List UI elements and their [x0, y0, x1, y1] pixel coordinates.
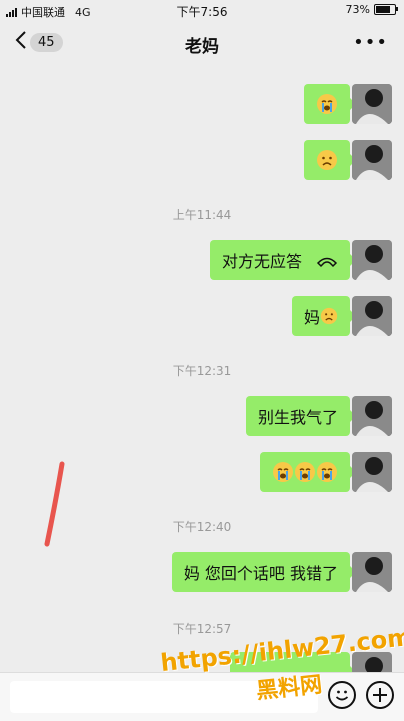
- emoji-button[interactable]: [328, 681, 356, 709]
- timestamp: 下午12:40: [172, 520, 232, 534]
- crying-face-emoji: [272, 461, 294, 483]
- chat-header: 45 老妈 •••: [0, 24, 404, 62]
- phone-hangup-icon: [316, 253, 338, 268]
- timestamp: 下午12:31: [172, 364, 232, 378]
- frowning-face-emoji: [320, 307, 338, 325]
- message-bubble[interactable]: [304, 140, 356, 180]
- message-bubble[interactable]: 别生我气了: [245, 396, 357, 436]
- message-bubble[interactable]: [260, 452, 356, 492]
- status-time: 下午7:56: [176, 5, 228, 19]
- avatar[interactable]: [352, 84, 392, 124]
- message-text: 对方无应答: [221, 252, 302, 271]
- red-annotation-stroke: [44, 461, 65, 547]
- avatar[interactable]: [352, 396, 392, 436]
- message-text: 妈 您回个话吧 我错了: [183, 564, 338, 583]
- plus-icon: [373, 688, 387, 702]
- timestamp: 下午12:57: [172, 622, 232, 636]
- avatar[interactable]: [352, 296, 392, 336]
- message-bubble[interactable]: 妈: [291, 296, 357, 336]
- input-bar: [0, 672, 404, 721]
- more-options-button[interactable]: •••: [353, 32, 388, 53]
- message-text: 妈: [303, 308, 320, 327]
- avatar[interactable]: [352, 240, 392, 280]
- avatar[interactable]: [352, 140, 392, 180]
- message-text: 别生我气了: [257, 408, 338, 427]
- battery-percent: 73%: [345, 3, 370, 16]
- avatar[interactable]: [352, 552, 392, 592]
- message-bubble[interactable]: 妈 您回个话吧 我错了: [171, 552, 357, 592]
- add-attachment-button[interactable]: [366, 681, 394, 709]
- crying-face-emoji: [316, 93, 338, 115]
- call-message-bubble[interactable]: 对方无应答: [209, 240, 357, 280]
- message-input[interactable]: [10, 681, 318, 713]
- timestamp: 上午11:44: [172, 208, 232, 222]
- chat-title: 老妈: [185, 37, 219, 57]
- avatar[interactable]: [352, 452, 392, 492]
- battery-icon: [374, 4, 398, 15]
- crying-face-emoji: [294, 461, 316, 483]
- message-bubble[interactable]: [304, 84, 356, 124]
- crying-face-emoji: [316, 461, 338, 483]
- frowning-face-emoji: [316, 149, 338, 171]
- smiley-icon: [335, 690, 349, 701]
- status-bar: 中国联通 4G 下午7:56 73%: [0, 0, 404, 20]
- status-right: 73%: [345, 3, 398, 16]
